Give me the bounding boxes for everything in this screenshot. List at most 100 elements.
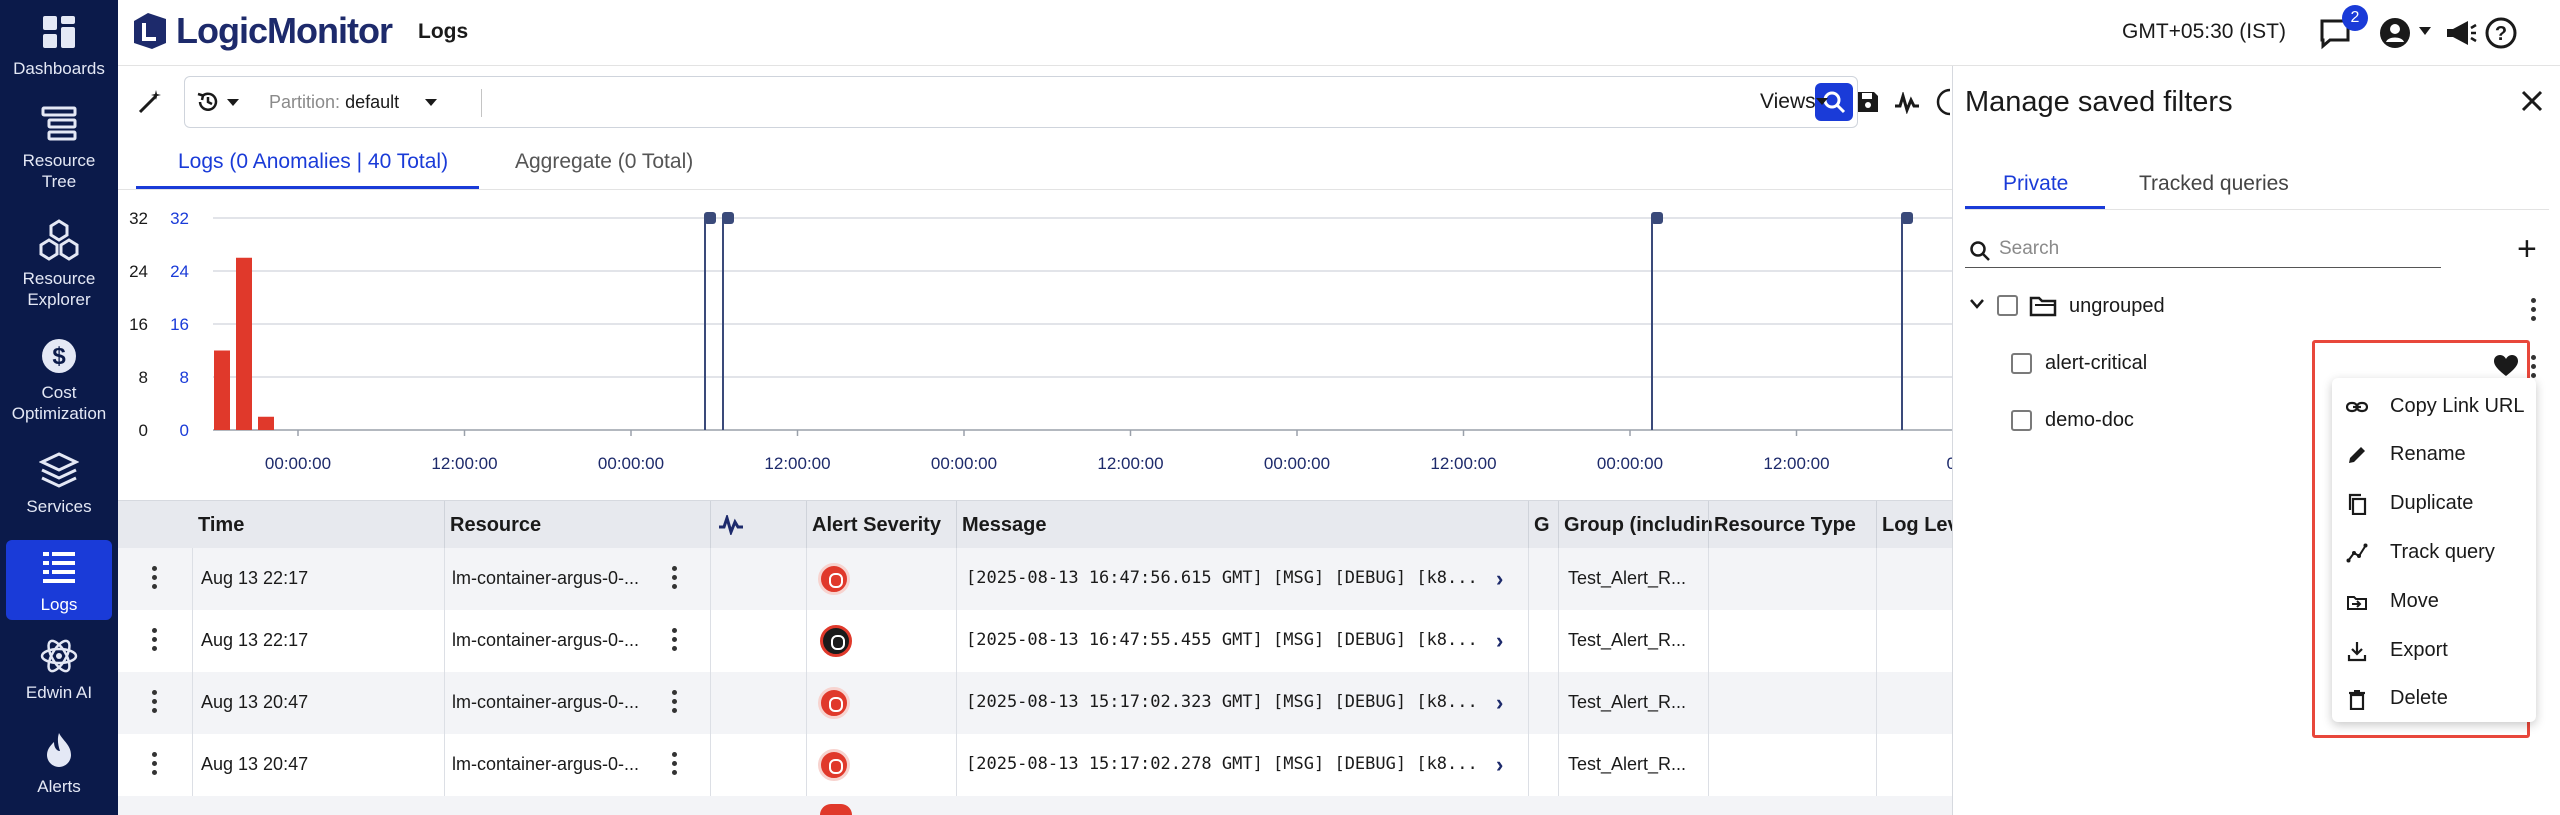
column-header-alert-severity[interactable]: Alert Severity xyxy=(812,514,941,537)
expand-chevron-icon[interactable]: › xyxy=(1496,752,1503,778)
messages-badge: 2 xyxy=(2342,5,2368,31)
nav-item-cost-optimization[interactable]: $ Cost Optimization xyxy=(0,336,118,424)
row-actions-kebab-icon[interactable] xyxy=(152,690,158,716)
partition-selector[interactable]: Partition: default xyxy=(269,92,399,113)
row-actions-kebab-icon[interactable] xyxy=(152,752,158,778)
histogram-spike-marker xyxy=(1651,212,1663,224)
menu-item-delete[interactable]: Delete xyxy=(2332,674,2536,722)
tab-logs[interactable]: Logs (0 Anomalies | 40 Total) xyxy=(178,150,448,174)
filter-kebab-icon[interactable] xyxy=(2531,355,2537,381)
column-header-time[interactable]: Time xyxy=(198,514,244,537)
tab-private[interactable]: Private xyxy=(2003,172,2068,196)
nav-item-resource-tree[interactable]: Resource Tree xyxy=(0,104,118,192)
menu-item-copy-link-url[interactable]: Copy Link URL xyxy=(2332,382,2536,430)
group-checkbox[interactable] xyxy=(1997,295,2018,316)
menu-item-track-query[interactable]: Track query xyxy=(2332,528,2536,576)
table-row[interactable]: Aug 13 22:17 lm-container-argus-0-... [2… xyxy=(118,548,1952,610)
filter-checkbox[interactable] xyxy=(2011,353,2032,374)
table-row[interactable]: Aug 13 22:17 lm-container-argus-0-... [2… xyxy=(118,610,1952,672)
group-kebab-icon[interactable] xyxy=(2531,298,2537,324)
column-divider xyxy=(1876,734,1877,796)
filter-context-menu: Copy Link URL Rename Duplicate Track que… xyxy=(2332,378,2536,722)
column-divider xyxy=(1558,548,1559,610)
expand-chevron-icon[interactable]: › xyxy=(1496,628,1503,654)
collapse-chevron-icon[interactable] xyxy=(1969,298,1985,310)
column-header-resource[interactable]: Resource xyxy=(450,514,541,537)
tab-aggregate[interactable]: Aggregate (0 Total) xyxy=(515,150,693,174)
close-icon[interactable] xyxy=(2519,88,2545,114)
column-divider xyxy=(1708,501,1709,549)
views-chevron-down-icon[interactable] xyxy=(1816,98,1828,106)
menu-item-export[interactable]: Export xyxy=(2332,626,2536,674)
filter-search-input[interactable] xyxy=(1999,236,2429,262)
anomaly-wave-icon[interactable] xyxy=(1894,92,1920,114)
cell-resource[interactable]: lm-container-argus-0-... xyxy=(452,692,639,713)
menu-item-move[interactable]: Move xyxy=(2332,577,2536,625)
resource-kebab-icon[interactable] xyxy=(672,752,678,778)
query-input[interactable]: Partition: default xyxy=(184,76,1858,128)
resource-kebab-icon[interactable] xyxy=(672,628,678,654)
column-divider xyxy=(192,672,193,734)
history-icon[interactable] xyxy=(195,89,221,115)
svg-text:?: ? xyxy=(2495,23,2507,45)
cell-resource[interactable]: lm-container-argus-0-... xyxy=(452,568,639,589)
resource-kebab-icon[interactable] xyxy=(672,566,678,592)
help-icon[interactable]: ? xyxy=(2484,16,2518,50)
nav-item-logs[interactable]: Logs xyxy=(6,540,112,620)
column-header-group[interactable]: Group (includin xyxy=(1564,514,1713,537)
pencil-icon xyxy=(2349,447,2365,463)
filter-item-alert-critical[interactable]: alert-critical xyxy=(2045,352,2147,375)
nav-item-services[interactable]: Services xyxy=(0,450,118,517)
save-icon[interactable] xyxy=(1856,90,1880,114)
menu-item-duplicate[interactable]: Duplicate xyxy=(2332,479,2536,527)
column-header-resource-type[interactable]: Resource Type xyxy=(1714,514,1856,537)
x-tick-label: 00:00:00 xyxy=(265,454,331,473)
cell-resource[interactable]: lm-container-argus-0-... xyxy=(452,754,639,775)
x-tick-label: 00:00:00 xyxy=(1597,454,1663,473)
user-account-icon[interactable] xyxy=(2378,16,2412,50)
chevron-down-icon[interactable] xyxy=(2418,26,2432,36)
resource-kebab-icon[interactable] xyxy=(672,690,678,716)
filter-search[interactable] xyxy=(1965,232,2441,268)
column-divider xyxy=(806,501,807,549)
menu-item-label: Export xyxy=(2390,639,2448,661)
history-dropdown-chevron-icon[interactable] xyxy=(227,99,239,107)
announcement-megaphone-icon[interactable] xyxy=(2444,16,2478,50)
expand-chevron-icon[interactable]: › xyxy=(1496,690,1503,716)
menu-item-rename[interactable]: Rename xyxy=(2332,430,2536,478)
export-icon xyxy=(2347,642,2367,662)
column-divider xyxy=(710,610,711,672)
group-label[interactable]: ungrouped xyxy=(2069,295,2165,318)
cell-time: Aug 13 22:17 xyxy=(201,630,309,650)
timezone-selector[interactable]: GMT+05:30 (IST) xyxy=(2122,20,2286,44)
column-header-g[interactable]: G xyxy=(1534,514,1550,537)
table-row[interactable]: Aug 13 20:47 lm-container-argus-0-... [2… xyxy=(118,734,1952,796)
views-dropdown[interactable]: Views xyxy=(1760,90,1816,114)
nav-label: Resource Tree xyxy=(22,151,96,191)
nav-item-dashboards[interactable]: Dashboards xyxy=(0,12,118,79)
logo-text: LogicMonitor xyxy=(176,10,393,51)
partition-chevron-down-icon[interactable] xyxy=(425,99,437,107)
filter-checkbox[interactable] xyxy=(2011,410,2032,431)
nav-item-resource-explorer[interactable]: Resource Explorer xyxy=(0,218,118,310)
expand-chevron-icon[interactable]: › xyxy=(1496,566,1503,592)
column-divider xyxy=(806,734,807,796)
logicmonitor-logo[interactable]: LogicMonitor xyxy=(130,10,393,52)
clock-icon[interactable] xyxy=(1936,88,1952,116)
cell-resource[interactable]: lm-container-argus-0-... xyxy=(452,630,639,651)
magic-wand-icon[interactable] xyxy=(136,88,164,116)
anomaly-column-icon[interactable] xyxy=(718,515,744,535)
alert-severity-critical-icon xyxy=(818,687,850,719)
column-header-message[interactable]: Message xyxy=(962,514,1047,537)
filter-item-demo-doc[interactable]: demo-doc xyxy=(2045,409,2134,432)
row-actions-kebab-icon[interactable] xyxy=(152,628,158,654)
histogram-spike-marker xyxy=(704,212,716,224)
nav-item-edwin-ai[interactable]: Edwin AI xyxy=(0,636,118,703)
row-actions-kebab-icon[interactable] xyxy=(152,566,158,592)
add-filter-button[interactable]: + xyxy=(2517,232,2537,266)
nav-label: Dashboards xyxy=(13,59,105,78)
tab-tracked-queries[interactable]: Tracked queries xyxy=(2139,172,2289,196)
table-row[interactable]: Aug 13 20:47 lm-container-argus-0-... [2… xyxy=(118,672,1952,734)
table-row-partial[interactable] xyxy=(118,796,1952,815)
nav-item-alerts[interactable]: Alerts xyxy=(0,730,118,797)
